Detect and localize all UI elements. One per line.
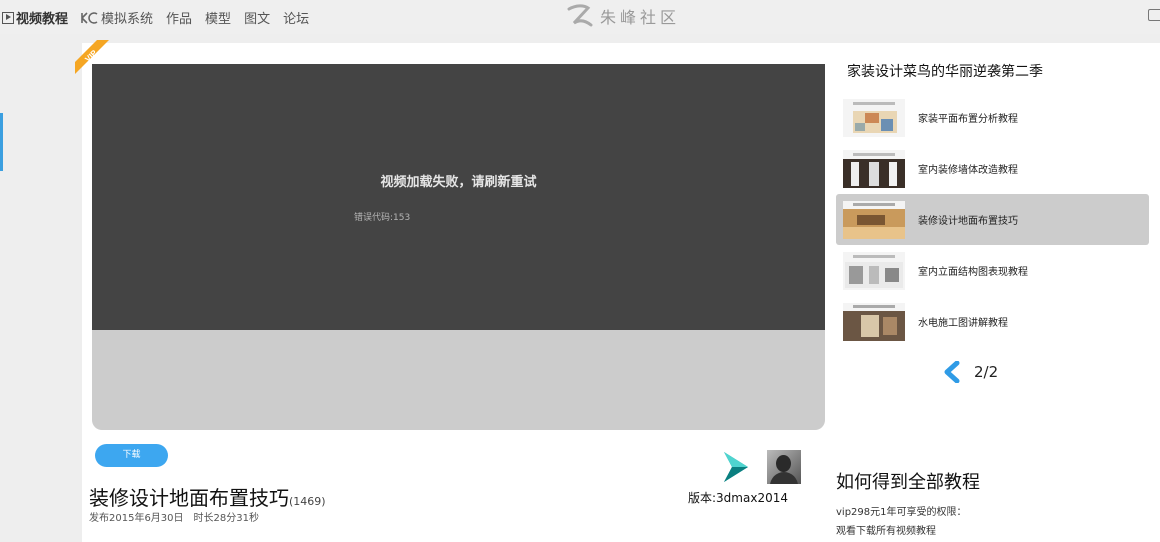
- zhufeng-logo-icon: [567, 4, 593, 27]
- publish-date: 发布2015年6月30日: [89, 513, 184, 524]
- nav-item-articles[interactable]: 图文: [244, 8, 270, 27]
- video-title: 装修设计地面布置技巧(1469): [89, 482, 326, 511]
- nav-item-label: 模型: [205, 12, 232, 27]
- playlist-thumbnail: [843, 200, 905, 239]
- nav-item-works[interactable]: 作品: [166, 8, 192, 27]
- chevron-left-icon[interactable]: [942, 361, 962, 383]
- playlist-item-label: 装修设计地面布置技巧: [918, 216, 1018, 227]
- view-count: (1469): [289, 495, 326, 508]
- video-duration: 时长28分31秒: [193, 513, 259, 524]
- playlist-item-label: 水电施工图讲解教程: [918, 318, 1008, 329]
- video-meta: 发布2015年6月30日 时长28分31秒: [89, 509, 259, 524]
- play-box-icon: [2, 11, 14, 24]
- author-avatar[interactable]: [767, 450, 801, 484]
- playlist-item-label: 家装平面布置分析教程: [918, 114, 1018, 125]
- playlist-thumbnail: [843, 302, 905, 341]
- simulation-icon: [81, 11, 99, 25]
- playlist-item[interactable]: 家装平面布置分析教程: [836, 92, 1149, 143]
- vip-ribbon-icon: VIP: [75, 40, 109, 74]
- software-version: 版本:3dmax2014: [688, 491, 788, 505]
- nav-item-label: 论坛: [283, 12, 310, 27]
- nav-item-simulation[interactable]: 模拟系统: [81, 8, 153, 27]
- nav-item-label: 图文: [244, 12, 271, 27]
- howto-title: 如何得到全部教程: [836, 472, 980, 493]
- playlist: 家装平面布置分析教程 室内装修墙体改造教程 装修设计地面布置技巧 室内立面结构图…: [836, 92, 1149, 347]
- playlist-item[interactable]: 水电施工图讲解教程: [836, 296, 1149, 347]
- message-icon[interactable]: [1148, 9, 1160, 21]
- top-nav-bar: 视频教程 模拟系统 作品 模型 图文 论坛 朱峰社区: [0, 0, 1160, 34]
- video-player[interactable]: 视频加载失败，请刷新重试 错误代码:153: [92, 64, 825, 430]
- nav-item-label: 模拟系统: [101, 12, 154, 27]
- player-screen[interactable]: 视频加载失败，请刷新重试 错误代码:153: [92, 64, 825, 330]
- video-title-text: 装修设计地面布置技巧: [89, 486, 289, 510]
- nav-item-models[interactable]: 模型: [205, 8, 231, 27]
- download-button[interactable]: 下载: [95, 444, 168, 467]
- nav-item-label: 作品: [166, 12, 193, 27]
- site-logo[interactable]: 朱峰社区: [566, 3, 680, 29]
- playlist-thumbnail: [843, 149, 905, 188]
- playlist-thumbnail: [843, 251, 905, 290]
- playlist-item-label: 室内立面结构图表现教程: [918, 267, 1028, 278]
- 3dsmax-icon: [724, 452, 748, 482]
- playlist-item[interactable]: 室内立面结构图表现教程: [836, 245, 1149, 296]
- logo-text: 朱峰社区: [600, 8, 681, 27]
- howto-line: vip298元1年可享受的权限：: [836, 507, 967, 518]
- series-title: 家装设计菜鸟的华丽逆袭第二季: [847, 64, 1043, 80]
- page-indicator: 2/2: [974, 363, 999, 381]
- side-tab-indicator[interactable]: [0, 113, 3, 171]
- playlist-item[interactable]: 室内装修墙体改造教程: [836, 143, 1149, 194]
- player-error-message: 视频加载失败，请刷新重试: [380, 175, 537, 190]
- nav-item-video-tutorials[interactable]: 视频教程: [2, 8, 68, 27]
- nav-item-forum[interactable]: 论坛: [283, 8, 309, 27]
- playlist-item-current[interactable]: 装修设计地面布置技巧: [836, 194, 1149, 245]
- playlist-pager: 2/2: [942, 361, 998, 383]
- playlist-item-label: 室内装修墙体改造教程: [918, 165, 1018, 176]
- playlist-thumbnail: [843, 98, 905, 137]
- player-error-code: 错误代码:153: [354, 213, 411, 223]
- main-nav: 视频教程 模拟系统 作品 模型 图文 论坛: [2, 8, 322, 27]
- howto-line: 观看下载所有视频教程: [836, 526, 936, 537]
- nav-item-label: 视频教程: [16, 12, 69, 27]
